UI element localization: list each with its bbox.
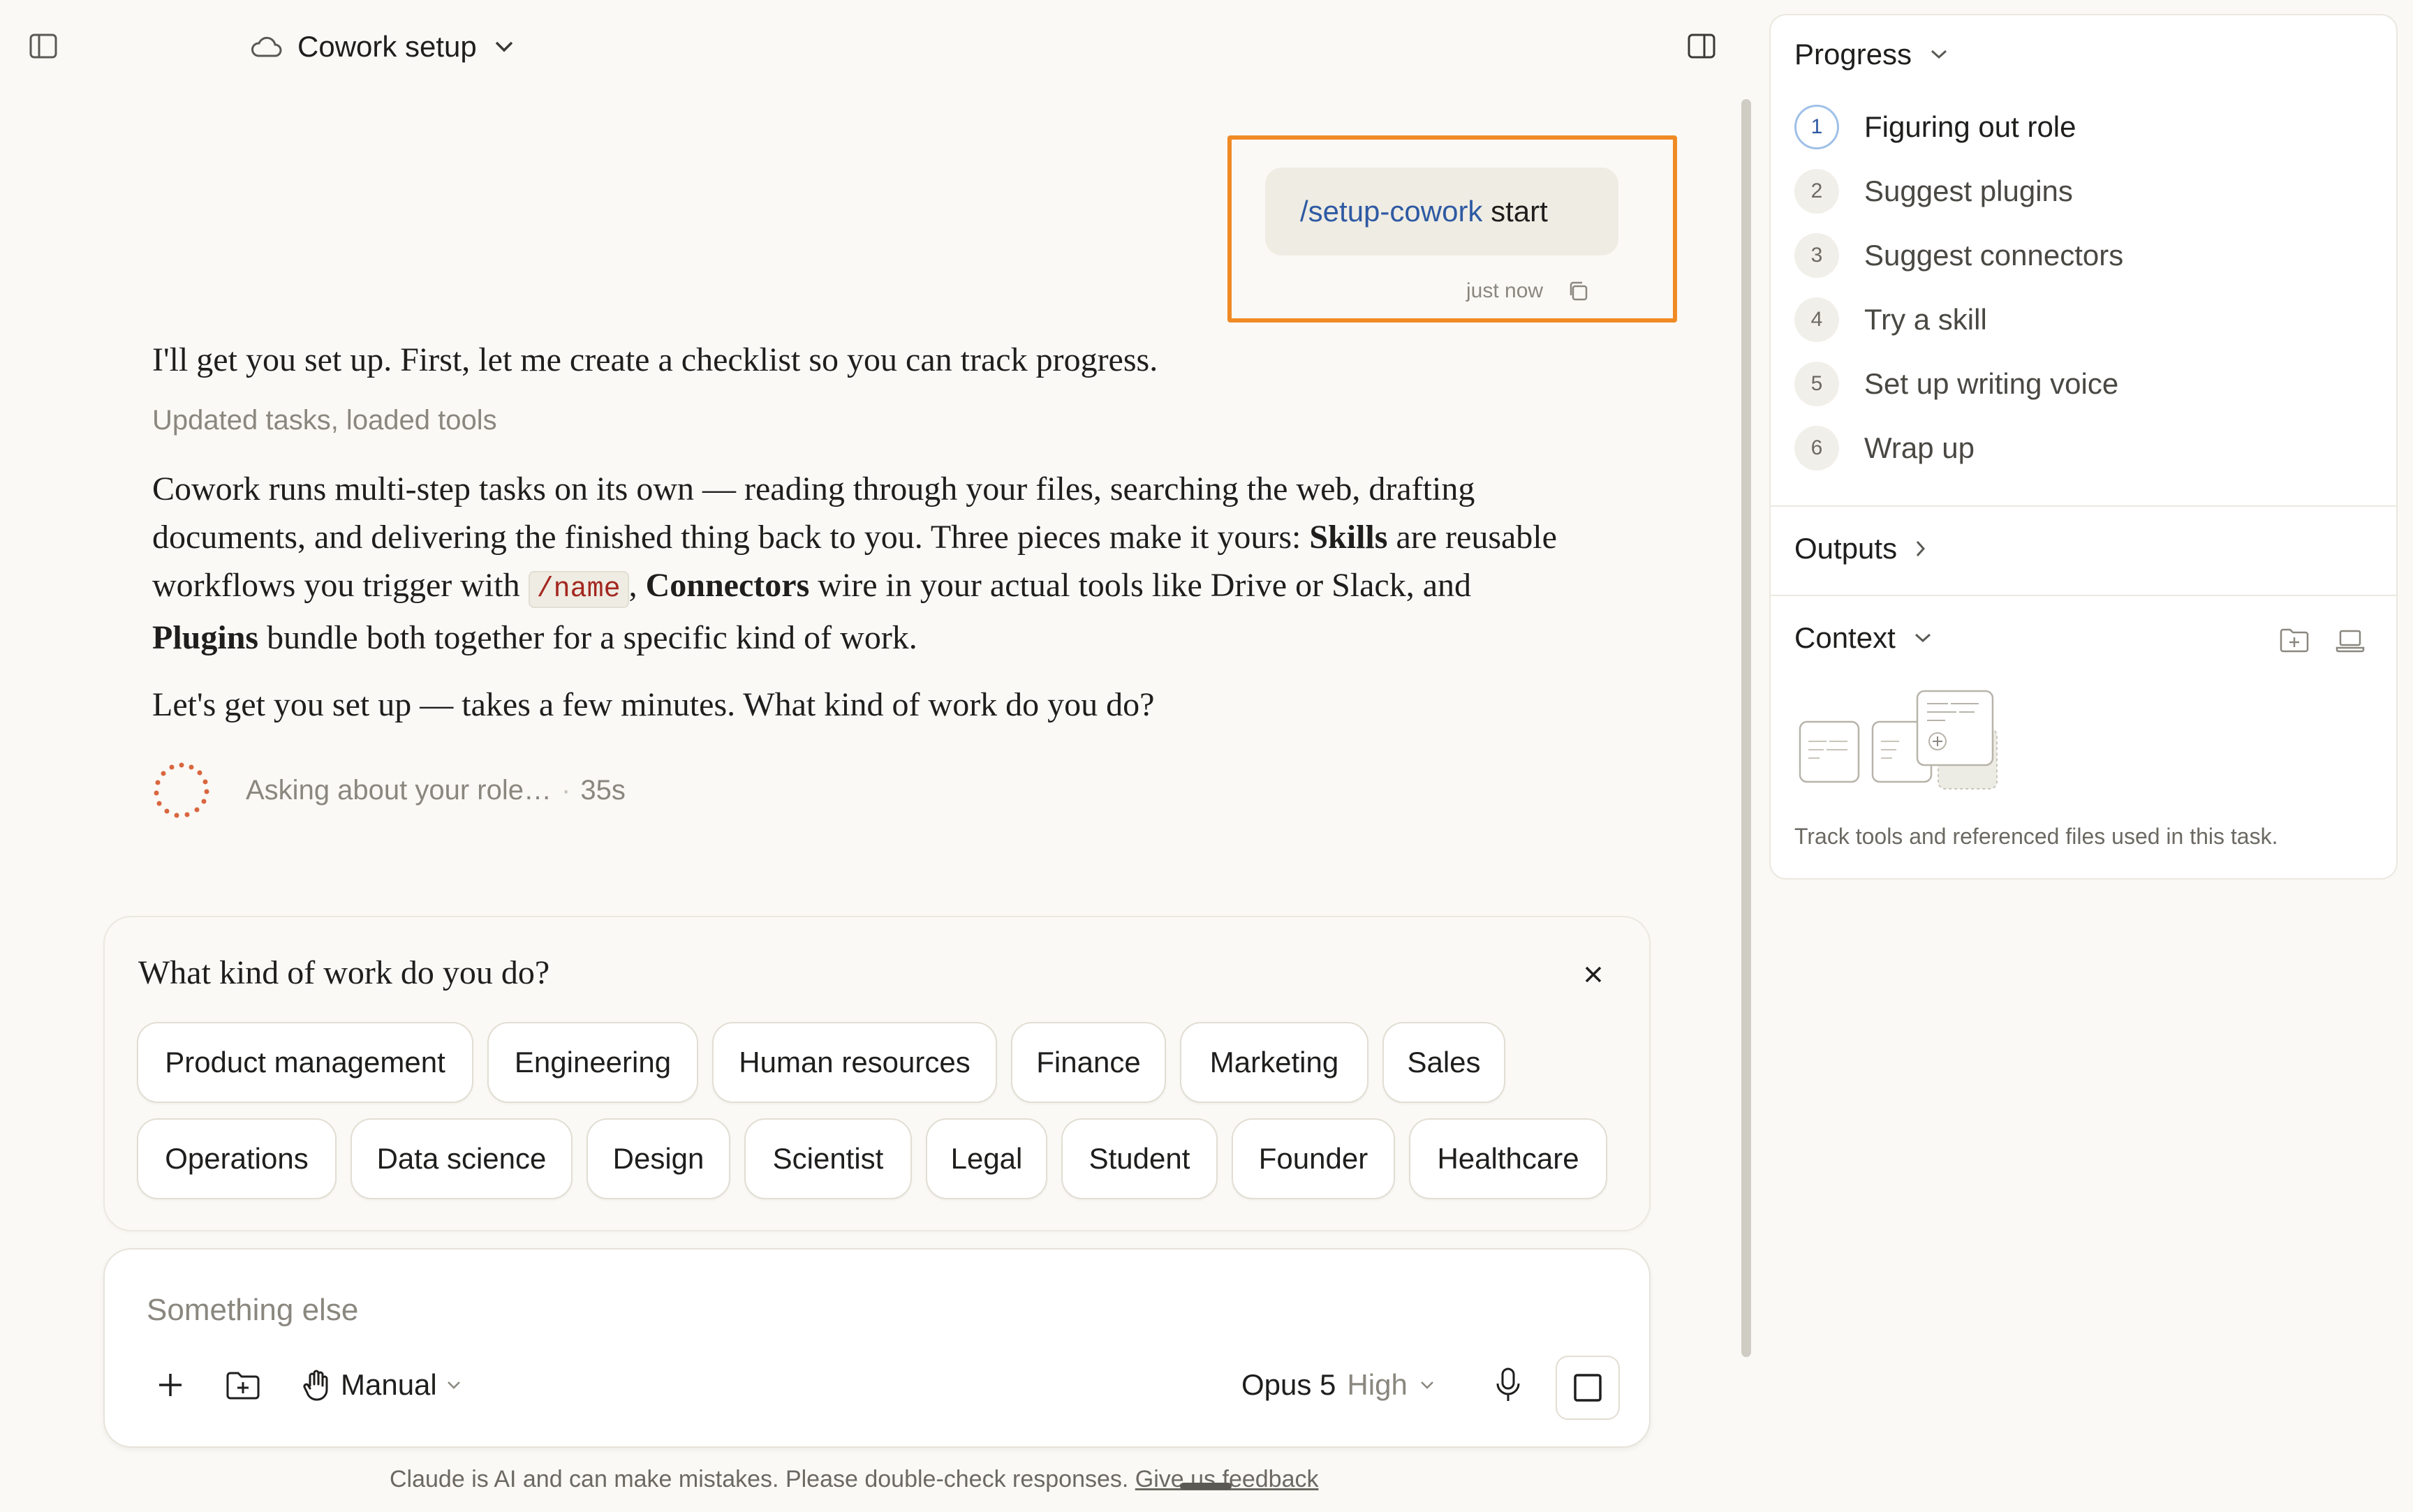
- thinking-duration: 35s: [580, 774, 626, 806]
- scroll-indicator: [1180, 1483, 1232, 1490]
- option-chip-marketing[interactable]: Marketing: [1180, 1022, 1368, 1103]
- disclaimer: Claude is AI and can make mistakes. Plea…: [390, 1466, 1319, 1492]
- option-chip-finance[interactable]: Finance: [1011, 1022, 1166, 1103]
- progress-step: 5 Set up writing voice: [1794, 362, 2118, 406]
- progress-title: Progress: [1794, 38, 1912, 71]
- progress-header[interactable]: Progress: [1794, 38, 1949, 71]
- task-title: Cowork setup: [297, 30, 477, 63]
- step-label: Figuring out role: [1864, 110, 2076, 143]
- context-header[interactable]: Context: [1794, 621, 1933, 655]
- chevron-down-icon: [492, 39, 516, 54]
- option-chip-student[interactable]: Student: [1061, 1118, 1218, 1199]
- context-title: Context: [1794, 621, 1896, 654]
- option-chip-human-resources[interactable]: Human resources: [712, 1022, 997, 1103]
- thinking-label: Asking about your role…: [246, 774, 552, 806]
- model-name: Opus 5: [1241, 1368, 1336, 1401]
- scrollbar[interactable]: [1741, 99, 1751, 1357]
- assistant-intro: I'll get you set up. First, let me creat…: [152, 341, 1158, 378]
- option-chip-data-science[interactable]: Data science: [350, 1118, 573, 1199]
- chevron-right-icon: [1914, 538, 1928, 559]
- outputs-header[interactable]: Outputs: [1794, 532, 1928, 565]
- chevron-down-icon: [1928, 47, 1949, 61]
- step-number: 2: [1794, 169, 1839, 214]
- option-chip-sales[interactable]: Sales: [1382, 1022, 1505, 1103]
- chevron-down-icon: [445, 1379, 462, 1391]
- add-folder-icon[interactable]: [2279, 627, 2314, 658]
- option-chip-founder[interactable]: Founder: [1232, 1118, 1395, 1199]
- stop-button[interactable]: [1556, 1356, 1620, 1420]
- divider: [1771, 505, 2396, 507]
- step-number: 1: [1794, 105, 1839, 149]
- option-chip-engineering[interactable]: Engineering: [487, 1022, 698, 1103]
- step-label: Set up writing voice: [1864, 367, 2119, 400]
- hand-icon: [302, 1369, 332, 1401]
- close-icon[interactable]: [1577, 958, 1610, 991]
- message-meta: just now: [1466, 279, 1589, 303]
- inline-code: /name: [528, 571, 629, 608]
- permission-mode-dropdown[interactable]: Manual: [302, 1363, 462, 1407]
- thinking-status: Asking about your role… · 35s: [152, 761, 626, 820]
- add-folder-icon[interactable]: [222, 1365, 264, 1404]
- stop-icon: [1572, 1372, 1603, 1403]
- step-number: 4: [1794, 297, 1839, 342]
- step-label: Suggest plugins: [1864, 175, 2073, 207]
- step-number: 3: [1794, 233, 1839, 278]
- chevron-down-icon: [1419, 1379, 1436, 1391]
- outputs-title: Outputs: [1794, 532, 1898, 565]
- microphone-icon[interactable]: [1489, 1365, 1528, 1404]
- model-effort: High: [1347, 1368, 1408, 1401]
- context-files-illustration: [1799, 685, 2008, 790]
- command-argument: start: [1482, 195, 1548, 228]
- step-label: Wrap up: [1864, 431, 1975, 464]
- option-chip-scientist[interactable]: Scientist: [744, 1118, 912, 1199]
- plus-icon[interactable]: [151, 1365, 190, 1404]
- permission-mode-label: Manual: [341, 1368, 437, 1401]
- user-message-bubble: / setup-cowork start: [1265, 168, 1618, 255]
- panel-toggle-icon[interactable]: [1685, 31, 1718, 61]
- question-card-title: What kind of work do you do?: [138, 954, 550, 991]
- progress-step: 3 Suggest connectors: [1794, 233, 2123, 278]
- progress-step: 6 Wrap up: [1794, 426, 1975, 470]
- divider: [1771, 595, 2396, 596]
- laptop-icon[interactable]: [2335, 627, 2370, 658]
- progress-step: 4 Try a skill: [1794, 297, 1987, 342]
- spinner-icon: [152, 761, 211, 820]
- task-title-dropdown[interactable]: Cowork setup: [250, 25, 516, 68]
- step-label: Try a skill: [1864, 303, 1987, 336]
- tool-status-line[interactable]: Updated tasks, loaded tools: [152, 405, 497, 436]
- option-chip-healthcare[interactable]: Healthcare: [1409, 1118, 1607, 1199]
- model-selector[interactable]: Opus 5 High: [1241, 1363, 1436, 1407]
- chevron-down-icon: [1912, 631, 1933, 645]
- message-timestamp: just now: [1466, 279, 1544, 302]
- assistant-question: Let's get you set up — takes a few minut…: [152, 686, 1155, 723]
- context-hint: Track tools and referenced files used in…: [1794, 824, 2278, 849]
- sidebar-toggle-icon[interactable]: [25, 31, 61, 61]
- composer-input[interactable]: Something else: [147, 1293, 358, 1328]
- option-chip-operations[interactable]: Operations: [137, 1118, 337, 1199]
- step-number: 5: [1794, 362, 1839, 406]
- option-chip-design[interactable]: Design: [586, 1118, 730, 1199]
- assistant-explanation: Cowork runs multi-step tasks on its own …: [152, 470, 1557, 656]
- step-label: Suggest connectors: [1864, 239, 2124, 272]
- message-composer: [103, 1248, 1651, 1448]
- option-chip-product-management[interactable]: Product management: [137, 1022, 473, 1103]
- copy-icon[interactable]: [1567, 280, 1589, 302]
- step-number: 6: [1794, 426, 1839, 470]
- progress-step: 1 Figuring out role: [1794, 105, 2076, 149]
- slash-command: setup-cowork: [1308, 195, 1483, 228]
- option-chip-legal[interactable]: Legal: [926, 1118, 1047, 1199]
- cloud-icon: [250, 35, 282, 59]
- slash-prefix: /: [1300, 195, 1308, 228]
- progress-step: 2 Suggest plugins: [1794, 169, 2073, 214]
